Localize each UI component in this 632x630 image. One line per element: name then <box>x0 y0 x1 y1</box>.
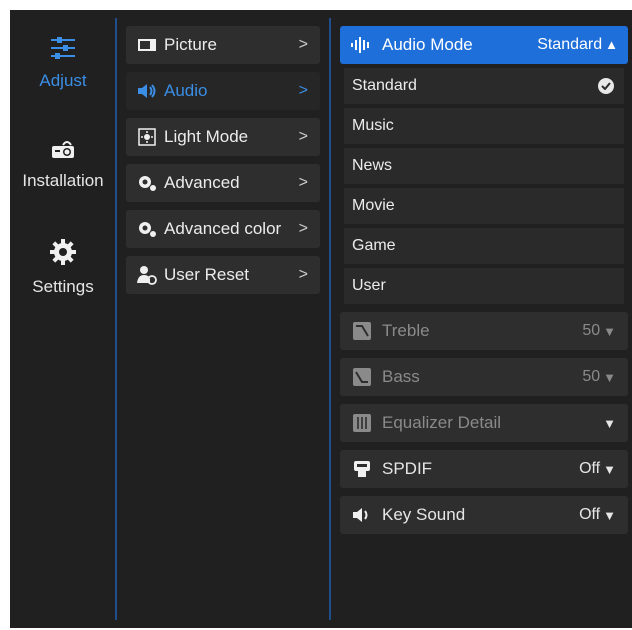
sliders-icon <box>51 37 75 59</box>
treble-row[interactable]: Treble 50 ▼ <box>340 312 628 350</box>
menu-label-audio: Audio <box>164 81 208 100</box>
osd-screen: Adjust Installation Settings Picture > A… <box>10 10 632 628</box>
menu-label-picture: Picture <box>164 35 217 54</box>
chevron-right-icon: > <box>298 36 308 53</box>
option-music[interactable]: Music <box>344 108 624 144</box>
option-game[interactable]: Game <box>344 228 624 264</box>
option-label: User <box>352 277 386 294</box>
chevron-right-icon: > <box>298 174 308 191</box>
left-nav: Adjust Installation Settings <box>10 10 116 628</box>
menu-label-light-mode: Light Mode <box>164 127 249 146</box>
picture-icon <box>138 39 156 51</box>
menu-label-advanced: Advanced <box>164 173 240 192</box>
treble-value: 50 ▼ <box>582 322 616 340</box>
chevron-up-icon: ▲ <box>605 37 618 52</box>
spdif-icon <box>354 461 370 477</box>
bass-icon <box>353 368 371 386</box>
menu-item-audio[interactable]: Audio > <box>126 72 320 110</box>
audio-mode-value-text: Standard <box>537 36 603 53</box>
check-icon <box>598 78 614 94</box>
chevron-right-icon: > <box>298 128 308 145</box>
equalizer-expand: ▼ <box>600 416 616 431</box>
chevron-down-icon: ▼ <box>603 415 616 431</box>
option-label: Standard <box>352 77 417 94</box>
divider-left <box>115 18 117 620</box>
bass-value: 50 ▼ <box>582 368 616 386</box>
chevron-down-icon: ▼ <box>603 461 616 477</box>
spdif-label: SPDIF <box>382 459 433 478</box>
spdif-row[interactable]: SPDIF Off ▼ <box>340 450 628 488</box>
chevron-down-icon: ▼ <box>603 323 616 339</box>
chevron-down-icon: ▼ <box>603 507 616 523</box>
option-movie[interactable]: Movie <box>344 188 624 224</box>
projector-icon <box>52 141 74 158</box>
option-label: Game <box>352 237 396 254</box>
menu-item-user-reset[interactable]: User Reset > <box>126 256 320 294</box>
treble-icon <box>353 322 371 340</box>
audio-mode-value: Standard ▲ <box>537 36 618 54</box>
nav-item-settings[interactable]: Settings <box>10 238 116 297</box>
menu-item-advanced-color[interactable]: Advanced color > <box>126 210 320 248</box>
option-label: Movie <box>352 197 395 214</box>
nav-label-settings: Settings <box>32 277 94 296</box>
nav-label-installation: Installation <box>22 171 104 190</box>
treble-value-text: 50 <box>582 322 601 339</box>
bass-value-text: 50 <box>582 368 601 385</box>
nav-item-installation[interactable]: Installation <box>10 138 116 191</box>
gears-icon <box>139 176 156 191</box>
chevron-right-icon: > <box>298 220 308 237</box>
menu-item-picture[interactable]: Picture > <box>126 26 320 64</box>
menu-item-advanced[interactable]: Advanced > <box>126 164 320 202</box>
user-reset-icon <box>137 266 157 285</box>
chevron-right-icon: > <box>298 266 308 283</box>
light-mode-icon <box>138 128 156 146</box>
menu-label-advanced-color: Advanced color <box>164 219 282 238</box>
waveform-icon <box>351 37 369 53</box>
equalizer-icon <box>353 414 371 432</box>
equalizer-label: Equalizer Detail <box>382 413 502 432</box>
nav-item-adjust[interactable]: Adjust <box>10 36 116 91</box>
divider-right <box>329 18 331 620</box>
audio-mode-options: Standard Music News Movie Game User <box>340 68 628 304</box>
audio-mode-dropdown[interactable]: Audio Mode Standard ▲ <box>340 26 628 64</box>
equalizer-row[interactable]: Equalizer Detail ▼ <box>340 404 628 442</box>
nav-label-adjust: Adjust <box>39 71 87 90</box>
menu-item-light-mode[interactable]: Light Mode > <box>126 118 320 156</box>
spdif-value-text: Off <box>579 460 601 477</box>
key-sound-label: Key Sound <box>382 505 466 524</box>
audio-panel: Audio Mode Standard ▲ Standard Music News… <box>340 26 628 534</box>
audio-mode-label: Audio Mode <box>382 35 473 54</box>
bass-label: Bass <box>382 367 420 386</box>
speaker-icon <box>138 84 156 98</box>
chevron-right-icon: > <box>298 82 308 99</box>
option-standard[interactable]: Standard <box>344 68 624 104</box>
gear-icon <box>50 239 76 265</box>
spdif-value: Off ▼ <box>579 460 616 478</box>
chevron-down-icon: ▼ <box>603 369 616 385</box>
menu-label-user-reset: User Reset <box>164 265 250 284</box>
bass-row[interactable]: Bass 50 ▼ <box>340 358 628 396</box>
adjust-menu: Picture > Audio > Light Mode > Advanced … <box>126 26 320 302</box>
option-label: Music <box>352 117 394 134</box>
option-label: News <box>352 157 393 174</box>
option-user[interactable]: User <box>344 268 624 304</box>
key-sound-value-text: Off <box>579 506 601 523</box>
key-sound-row[interactable]: Key Sound Off ▼ <box>340 496 628 534</box>
treble-label: Treble <box>382 321 430 340</box>
key-sound-value: Off ▼ <box>579 506 616 524</box>
speaker-icon <box>353 508 368 522</box>
color-gears-icon <box>139 222 156 237</box>
option-news[interactable]: News <box>344 148 624 184</box>
